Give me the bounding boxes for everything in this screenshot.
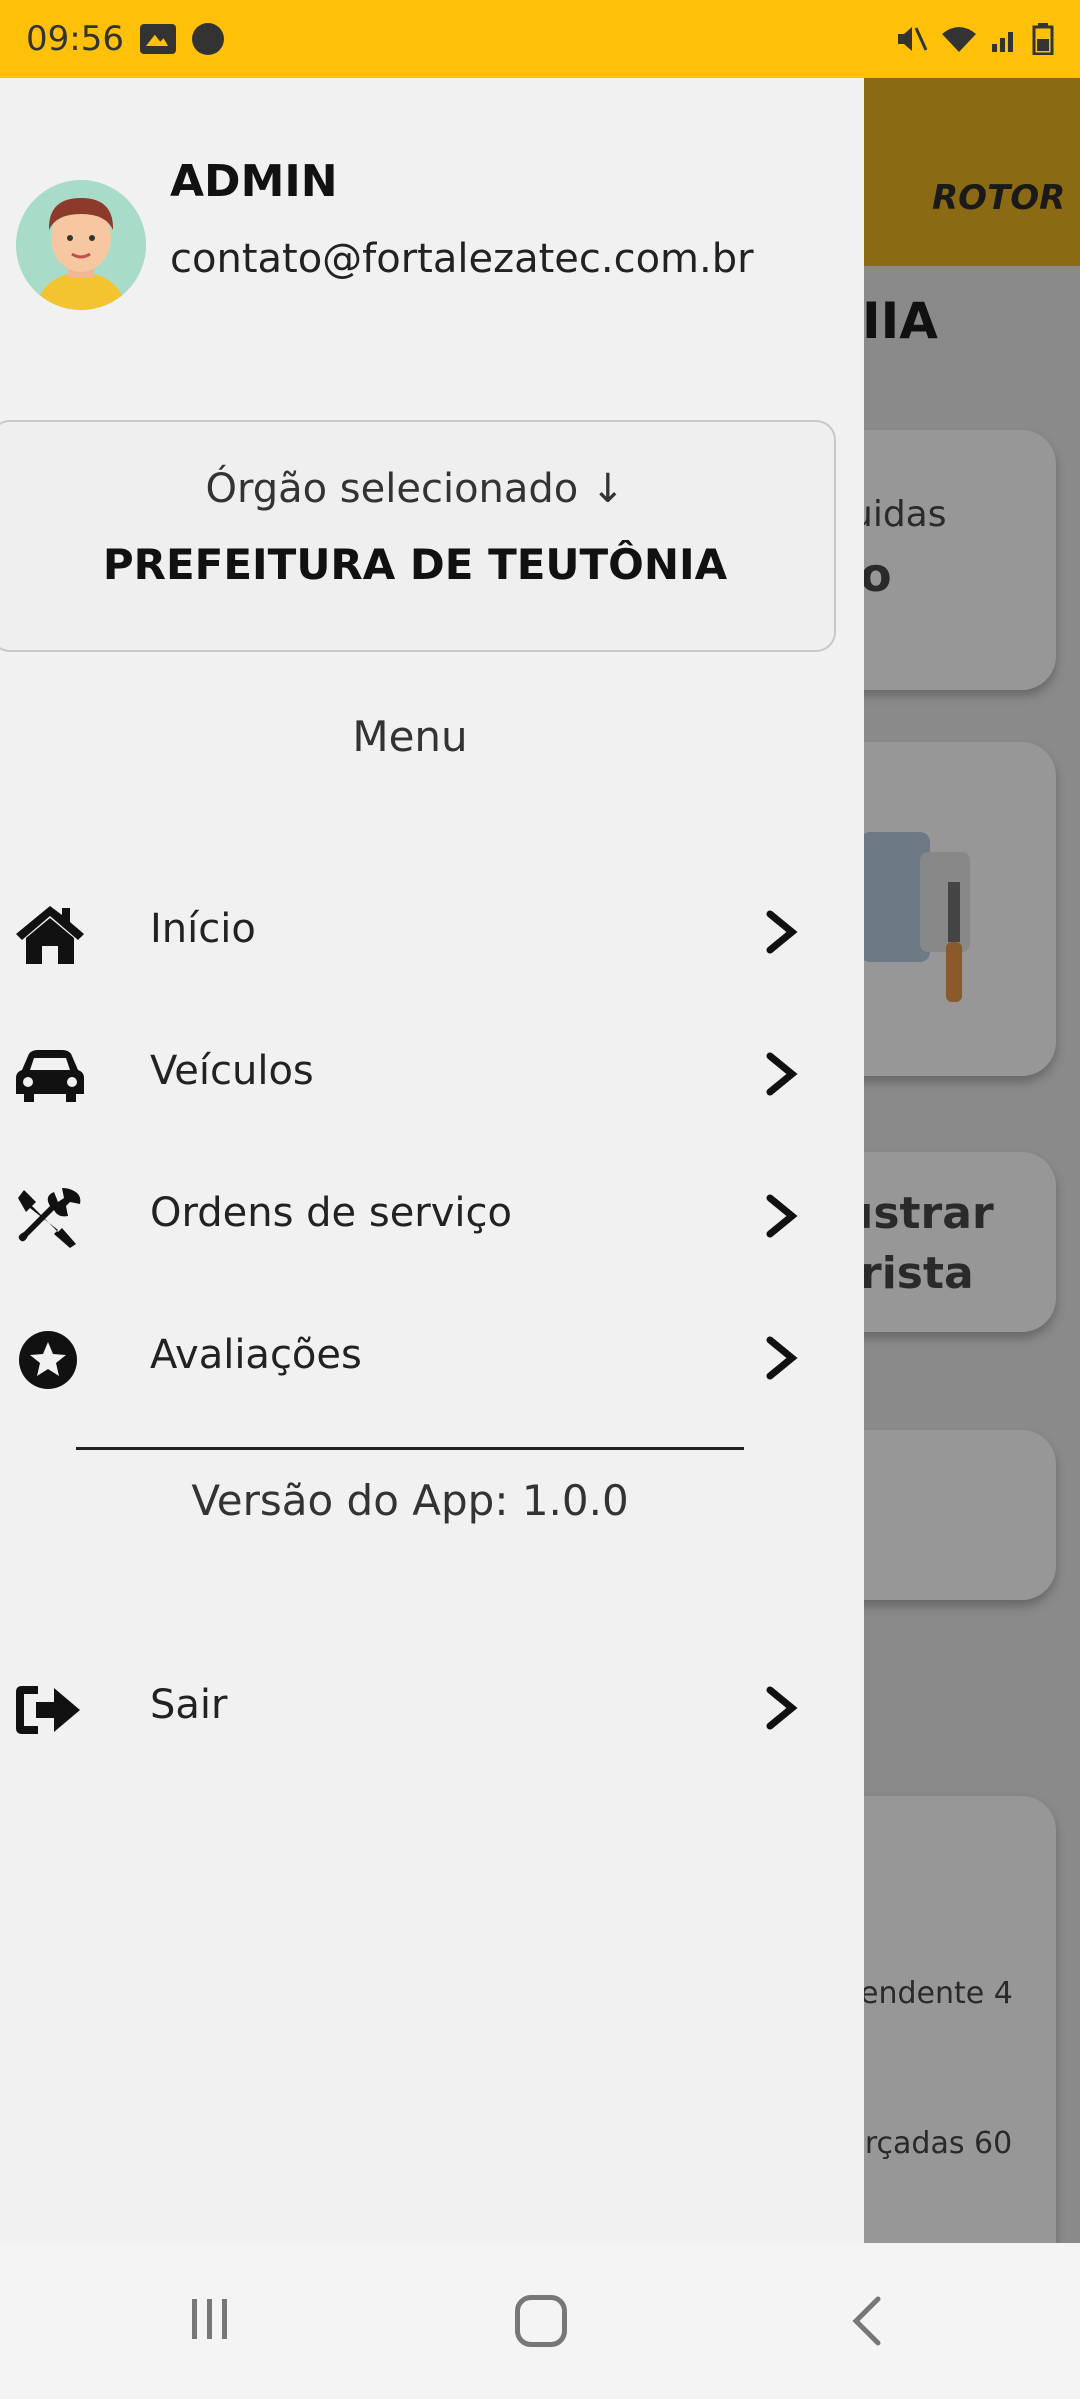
menu-item-ratings[interactable]: Avaliações xyxy=(0,1304,864,1414)
star-circle-icon xyxy=(19,1331,77,1389)
menu-item-label: Avaliações xyxy=(150,1332,362,1378)
tools-icon xyxy=(18,1188,81,1248)
menu-item-home[interactable]: Início xyxy=(0,878,864,988)
chevron-right-icon xyxy=(766,1336,798,1380)
card-value: o xyxy=(860,548,892,602)
tools-illustration xyxy=(860,832,970,1002)
card-title-line2: rista xyxy=(860,1248,974,1299)
chevron-right-icon xyxy=(766,1194,798,1238)
menu-item-service-orders[interactable]: Ordens de serviço xyxy=(0,1162,864,1272)
recent-apps-button[interactable] xyxy=(186,2297,234,2341)
card-title-line1: ustrar xyxy=(842,1188,994,1239)
mute-icon xyxy=(898,27,928,51)
home-button[interactable] xyxy=(515,2295,567,2347)
battery-icon xyxy=(1032,23,1054,55)
menu-item-vehicles[interactable]: Veículos xyxy=(0,1020,864,1130)
signal-icon xyxy=(992,32,1013,52)
menu-item-label: Ordens de serviço xyxy=(150,1190,512,1236)
menu-title: Menu xyxy=(352,712,468,761)
chevron-right-icon xyxy=(766,1052,798,1096)
org-selector[interactable]: Órgão selecionado ↓ PREFEITURA DE TEUTÔN… xyxy=(0,420,836,652)
chevron-right-icon xyxy=(766,910,798,954)
org-name: PREFEITURA DE TEUTÔNIA xyxy=(102,540,728,589)
app-logo: ROTOR xyxy=(932,178,1066,218)
car-icon xyxy=(16,1050,84,1102)
org-selector-label: Órgão selecionado ↓ xyxy=(205,466,625,512)
avatar[interactable] xyxy=(16,180,146,310)
status-time: 09:56 xyxy=(26,19,124,59)
status-bar: 09:56 xyxy=(0,0,1080,78)
page-title: IIA xyxy=(862,292,938,350)
wifi-icon xyxy=(942,27,976,52)
divider xyxy=(76,1447,744,1450)
forced-text: Irçadas 60 xyxy=(856,2126,1013,2161)
navigation-drawer: ADMIN contato@fortalezatec.com.br Órgão … xyxy=(0,78,864,2243)
app-version: Versão do App: 1.0.0 xyxy=(191,1476,629,1525)
menu-item-logout[interactable]: Sair xyxy=(0,1654,864,1764)
user-email: contato@fortalezatec.com.br xyxy=(170,236,754,282)
menu-item-label: Veículos xyxy=(150,1048,314,1094)
chevron-right-icon xyxy=(766,1686,798,1730)
home-icon xyxy=(16,906,84,964)
image-notification-icon xyxy=(139,24,176,54)
menu-item-label: Início xyxy=(150,906,256,952)
back-button[interactable] xyxy=(848,2295,888,2347)
avatar-icon xyxy=(16,180,146,310)
user-name: ADMIN xyxy=(170,156,338,207)
app-notification-icon xyxy=(191,23,224,55)
menu-item-label: Sair xyxy=(150,1682,228,1728)
logout-icon xyxy=(16,1686,80,1734)
pending-text: endente 4 xyxy=(860,1976,1013,2011)
system-nav-bar xyxy=(0,2243,1080,2399)
card-label: uidas xyxy=(850,494,947,535)
